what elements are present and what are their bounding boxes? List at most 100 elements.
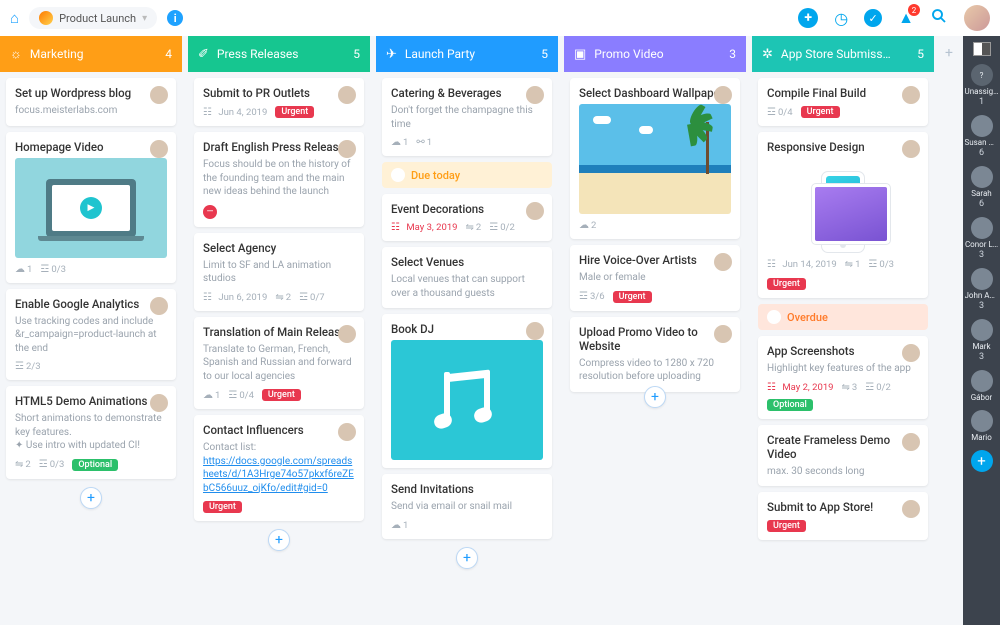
music-thumbnail [391, 340, 543, 460]
tag-optional: Optional [767, 399, 813, 411]
card[interactable]: Select Venues Local venues that can supp… [382, 247, 552, 308]
checklist-progress: ☲0/3 [39, 459, 65, 470]
home-icon[interactable]: ⌂ [10, 9, 19, 27]
card-subtitle: Translate to German, French, Spanish and… [203, 343, 355, 384]
top-bar: ⌂ Product Launch ▾ i + ◷ ✓ ▲ 2 [0, 0, 1000, 36]
card[interactable]: Hire Voice-Over Artists Male or female ☲… [570, 245, 740, 311]
column-header[interactable]: ☼ Marketing 4 [0, 36, 182, 72]
assignee-avatar [526, 86, 544, 104]
rail-member[interactable]: John Ap…3 [963, 268, 1000, 311]
tag-urgent: Urgent [767, 520, 806, 532]
card[interactable]: App Screenshots Highlight key features o… [758, 336, 928, 419]
card[interactable]: Select Agency Limit to SF and LA animati… [194, 233, 364, 311]
card-title: Enable Google Analytics [15, 297, 167, 311]
search-icon[interactable] [930, 7, 948, 29]
video-thumbnail: ▶ [15, 158, 167, 258]
view-toggle-icon[interactable] [973, 42, 991, 56]
project-selector[interactable]: Product Launch ▾ [29, 7, 157, 29]
megaphone-icon: ✐ [198, 47, 209, 62]
assignee-avatar [150, 297, 168, 315]
add-card-button[interactable]: + [456, 547, 478, 569]
card[interactable]: Submit to PR Outlets ☷ Jun 4, 2019 Urgen… [194, 78, 364, 126]
rail-member[interactable]: Mark3 [963, 319, 1000, 362]
card-title: Submit to PR Outlets [203, 86, 355, 100]
checklist-progress: ☲0/2 [865, 382, 891, 393]
assignee-avatar [150, 394, 168, 412]
card[interactable]: Compile Final Build ☲0/4 Urgent [758, 78, 928, 126]
card[interactable]: Book DJ [382, 314, 552, 468]
card[interactable]: Homepage Video ▶ ☁1 ☲0/3 [6, 132, 176, 283]
card-title: Translation of Main Release [203, 325, 355, 339]
assignee-avatar [902, 86, 920, 104]
card-title: Submit to App Store! [767, 500, 919, 514]
card[interactable]: Set up Wordpress blog focus.meisterlabs.… [6, 78, 176, 126]
avatar[interactable] [964, 5, 990, 31]
add-column-button[interactable]: + [940, 36, 958, 625]
add-card-button[interactable]: + [644, 386, 666, 408]
rail-member[interactable]: Susan K…6 [963, 115, 1000, 158]
card[interactable]: HTML5 Demo Animations Short animations t… [6, 386, 176, 479]
card[interactable]: Responsive Design ☷ Jun 14, 2019 ⇋1 ☲0/3… [758, 132, 928, 298]
checklist-progress: ☲0/2 [489, 222, 515, 233]
column-marketing: ☼ Marketing 4 Set up Wordpress blog focu… [0, 36, 182, 625]
avatar [971, 410, 993, 432]
card[interactable]: Submit to App Store! Urgent [758, 492, 928, 540]
card-subtitle: Short animations to demonstrate key feat… [15, 412, 167, 439]
checklist-progress: ☲0/3 [868, 259, 894, 270]
info-icon[interactable]: i [167, 10, 183, 26]
rail-member[interactable]: Sarah6 [963, 166, 1000, 209]
check-icon[interactable]: ✓ [864, 9, 882, 27]
card-title: Responsive Design [767, 140, 919, 154]
column-title: App Store Submiss… [781, 47, 909, 61]
card-subtitle: Compress video to 1280 x 720 resolution … [579, 357, 731, 384]
card[interactable]: Create Frameless Demo Video max. 30 seco… [758, 425, 928, 487]
due-date: ☷ May 3, 2019 [391, 222, 458, 233]
card[interactable]: Event Decorations ☷ May 3, 2019 ⇋2 ☲0/2 [382, 194, 552, 241]
rail-member[interactable]: Gábor [963, 370, 1000, 402]
card-link[interactable]: https://docs.google.com/spreadsheets/d/1… [203, 455, 355, 496]
card[interactable]: Enable Google Analytics Use tracking cod… [6, 289, 176, 381]
column-header[interactable]: ✐ Press Releases 5 [188, 36, 370, 72]
rail-member[interactable]: Conor L…3 [963, 217, 1000, 260]
timer-icon[interactable]: ◷ [834, 9, 848, 28]
rail-member[interactable]: Mario [963, 410, 1000, 442]
avatar [971, 268, 993, 290]
bell-icon[interactable]: ▲ 2 [898, 8, 914, 28]
column-count: 5 [541, 47, 548, 61]
column-promo-video: ▣ Promo Video 3 Select Dashboard Wallpap… [564, 36, 746, 625]
banner-label: Overdue [787, 311, 828, 324]
card[interactable]: Draft English Press Release Focus should… [194, 132, 364, 227]
add-icon[interactable]: + [798, 8, 818, 28]
rail-member[interactable]: ?Unassig…1 [963, 64, 1000, 107]
column-title: Marketing [30, 47, 157, 61]
card[interactable]: Select Dashboard Wallpapers ☁2 [570, 78, 740, 239]
checklist-progress: ☲0/4 [767, 107, 793, 118]
board: ☼ Marketing 4 Set up Wordpress blog focu… [0, 36, 1000, 625]
card-title: Compile Final Build [767, 86, 919, 100]
add-card-button[interactable]: + [268, 529, 290, 551]
comments-count: ☁1 [391, 137, 408, 148]
card[interactable]: Catering & Beverages Don't forget the ch… [382, 78, 552, 156]
activity-count: ⇋2 [275, 292, 291, 303]
activity-count: ⇋2 [466, 222, 482, 233]
card-subtitle: focus.meisterlabs.com [15, 104, 167, 118]
activity-count: ⇋3 [842, 382, 858, 393]
column-header[interactable]: ✈ Launch Party 5 [376, 36, 558, 72]
card-title: Send Invitations [391, 482, 543, 496]
banner-label: Due today [411, 169, 460, 182]
column-header[interactable]: ✲ App Store Submiss… 5 [752, 36, 934, 72]
card[interactable]: Translation of Main Release Translate to… [194, 317, 364, 410]
video-icon: ▣ [574, 47, 586, 62]
column-header[interactable]: ▣ Promo Video 3 [564, 36, 746, 72]
assignee-avatar [902, 344, 920, 362]
avatar [971, 166, 993, 188]
add-member-button[interactable]: + [971, 450, 993, 472]
card[interactable]: Contact Influencers Contact list: https:… [194, 415, 364, 521]
devices-thumbnail [767, 158, 919, 253]
comments-count: ☁2 [579, 220, 596, 231]
card[interactable]: Send Invitations Send via email or snail… [382, 474, 552, 539]
avatar [971, 319, 993, 341]
checklist-progress: ☲3/6 [579, 291, 605, 302]
add-card-button[interactable]: + [80, 487, 102, 509]
card[interactable]: Upload Promo Video to Website Compress v… [570, 317, 740, 392]
